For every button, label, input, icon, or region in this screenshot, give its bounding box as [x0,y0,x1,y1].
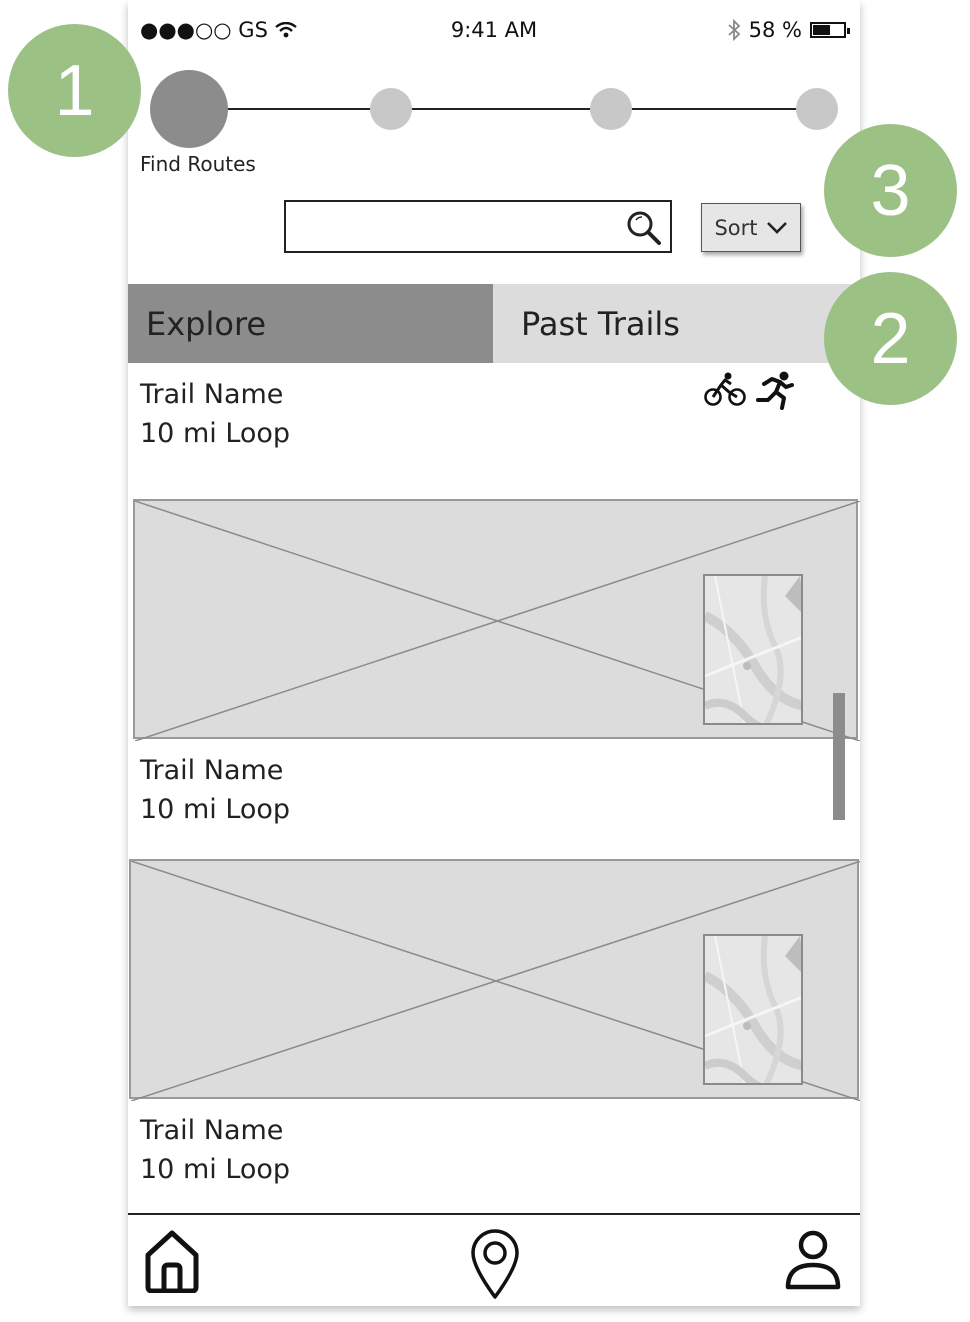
battery-area: 58 % [727,18,850,42]
sort-label: Sort [714,215,758,240]
annotation-3: 3 [824,124,957,257]
annotation-2: 2 [824,272,957,405]
annotation-3-label: 3 [870,150,911,231]
trail-image-placeholder-1[interactable] [133,499,860,741]
step-1-indicator[interactable] [150,70,228,148]
tab-past-trails[interactable]: Past Trails [493,284,860,363]
bike-icon [704,372,746,406]
trail-item-3-info[interactable]: Trail Name 10 mi Loop [140,1111,290,1189]
scrollbar[interactable] [833,693,845,820]
bluetooth-icon [728,19,740,41]
map-icon [705,576,801,723]
map-thumbnail-1[interactable] [703,574,803,725]
step-3-indicator[interactable] [590,88,632,130]
map-icon [705,936,801,1083]
tab-bar: Explore Past Trails [128,284,860,363]
step-4-indicator[interactable] [796,88,838,130]
map-thumbnail-2[interactable] [703,934,803,1085]
step-label: Find Routes [140,152,256,176]
phone-screen: ●●●○○ GS 9:41 AM 58 % Find Routes Sort E… [128,0,860,1306]
location-pin-icon[interactable] [469,1227,521,1299]
search-field[interactable] [284,200,672,253]
status-bar: ●●●○○ GS 9:41 AM 58 % [128,12,860,52]
tab-explore[interactable]: Explore [128,284,493,363]
running-icon [756,371,794,410]
annotation-1: 1 [8,24,141,157]
annotation-2-label: 2 [870,298,911,379]
battery-percent: 58 % [748,18,802,42]
activity-icons [704,370,796,410]
bottom-navigation [128,1213,860,1306]
trail-distance: 10 mi Loop [140,418,291,449]
search-input[interactable] [294,202,618,250]
trail-image-placeholder-2[interactable] [129,859,860,1101]
search-icon[interactable] [624,208,664,248]
tab-explore-label: Explore [146,304,267,343]
sort-button[interactable]: Sort [701,203,801,252]
trail-distance: 10 mi Loop [140,1154,291,1185]
home-icon[interactable] [142,1229,202,1293]
annotation-1-label: 1 [54,50,95,131]
stepper-line [188,108,818,110]
chevron-down-icon [766,221,787,234]
trail-name: Trail Name [140,379,284,410]
tab-past-trails-label: Past Trails [521,304,680,343]
trail-distance: 10 mi Loop [140,794,291,825]
battery-icon [810,22,850,38]
trail-item-2-info[interactable]: Trail Name 10 mi Loop [140,751,290,829]
trail-name: Trail Name [140,755,284,786]
progress-stepper: Find Routes [128,60,860,176]
trail-item-1-info[interactable]: Trail Name 10 mi Loop [140,375,290,453]
profile-icon[interactable] [784,1229,842,1291]
step-2-indicator[interactable] [370,88,412,130]
trail-name: Trail Name [140,1115,284,1146]
